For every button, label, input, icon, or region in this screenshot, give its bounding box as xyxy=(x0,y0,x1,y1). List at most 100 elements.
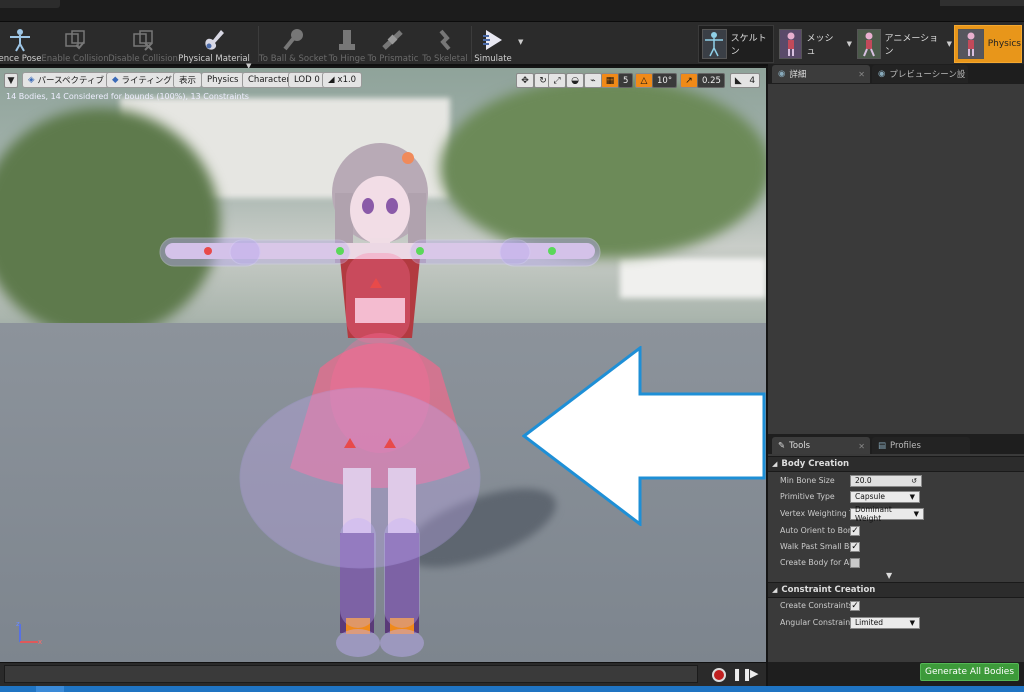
step-forward-icon[interactable]: ▶ xyxy=(750,667,758,680)
record-icon[interactable] xyxy=(712,668,726,682)
vertex-weighting-select[interactable]: Dominant Weight ▼ xyxy=(850,505,924,523)
enable-collision-label: Enable Collision xyxy=(41,54,109,64)
disable-collision-icon xyxy=(130,28,156,52)
tab-profiles-label: Profiles xyxy=(890,441,921,451)
mesh-mode-label: メッシュ xyxy=(806,34,834,57)
show-button[interactable]: 表示 xyxy=(173,72,203,88)
mesh-mode-button[interactable]: メッシュ ▼ xyxy=(776,25,852,63)
background-wall xyxy=(620,258,766,298)
create-body-all-checkbox[interactable] xyxy=(850,557,860,568)
grid-snap-icon[interactable]: ▦ xyxy=(601,73,619,88)
ball-socket-icon xyxy=(280,28,306,52)
to-hinge-button[interactable]: To Hinge xyxy=(328,24,366,64)
to-ball-socket-label: To Ball & Socket xyxy=(259,54,327,64)
perspective-icon: ◈ xyxy=(28,75,35,85)
rotation-snap-icon[interactable]: △ xyxy=(635,73,653,88)
lighting-icon: ◆ xyxy=(112,75,119,85)
physical-material-button[interactable]: Physical Material xyxy=(178,24,250,64)
animation-mode-dropdown-arrow[interactable]: ▼ xyxy=(947,40,952,48)
expand-advanced-icon[interactable]: ▼ xyxy=(886,571,892,580)
vertex-weighting-row: Vertex Weighting Type Dominant Weight ▼ xyxy=(768,505,1024,523)
profiles-icon: ▤ xyxy=(878,441,887,451)
reset-icon[interactable]: ↺ xyxy=(911,477,917,485)
tab-details-label: 詳細 xyxy=(789,70,807,80)
to-prismatic-button[interactable]: To Prismatic xyxy=(368,24,418,64)
primitive-type-select[interactable]: Capsule ▼ xyxy=(850,490,920,503)
timeline-track[interactable] xyxy=(4,665,698,683)
scale-mode-icon[interactable]: ⤢ xyxy=(548,73,566,88)
chevron-down-icon: ▼ xyxy=(913,509,919,518)
skeleton-mode-icon xyxy=(702,29,727,59)
physics-view-button[interactable]: Physics xyxy=(201,72,245,88)
tab-details[interactable]: ◉ 詳細 ✕ xyxy=(772,65,870,83)
skeletal-icon xyxy=(432,28,458,52)
character-label: Character xyxy=(248,75,290,85)
disable-collision-button[interactable]: Disable Collision xyxy=(108,24,178,64)
tab-tools-label: Tools xyxy=(789,441,811,451)
to-ball-socket-button[interactable]: To Ball & Socket xyxy=(259,24,327,64)
walk-past-label: Walk Past Small Bones xyxy=(780,542,850,551)
world-local-icon[interactable]: ◒ xyxy=(566,73,584,88)
enable-collision-button[interactable]: Enable Collision xyxy=(41,24,109,64)
skeleton-mode-button[interactable]: スケルトン xyxy=(698,25,774,63)
translate-mode-icon[interactable]: ✥ xyxy=(516,73,534,88)
tab-tools[interactable]: ✎ Tools ✕ xyxy=(772,437,870,455)
physical-material-icon xyxy=(201,28,227,52)
reference-pose-button[interactable]: ence Pose xyxy=(0,24,42,64)
simulate-button[interactable]: Simulate xyxy=(474,24,512,64)
angular-mode-select[interactable]: Limited ▼ xyxy=(850,616,920,629)
camera-speed-button[interactable]: ◣ 4 xyxy=(730,73,760,88)
generate-all-bodies-button[interactable]: Generate All Bodies xyxy=(920,663,1019,681)
close-icon[interactable]: ✕ xyxy=(858,442,865,451)
lod-button[interactable]: LOD 0 xyxy=(288,72,326,88)
show-label: 表示 xyxy=(179,76,197,86)
animation-mode-button[interactable]: アニメーション ▼ xyxy=(854,25,952,63)
mesh-mode-dropdown-arrow[interactable]: ▼ xyxy=(847,40,852,48)
close-icon[interactable]: ✕ xyxy=(858,70,865,79)
lighting-button[interactable]: ◆ ライティング xyxy=(106,72,178,88)
perspective-button[interactable]: ◈ パースペクティブ xyxy=(22,72,111,88)
viewport-stats: 14 Bodies, 14 Considered for bounds (100… xyxy=(6,92,249,101)
tab-profiles[interactable]: ▤ Profiles xyxy=(872,437,970,455)
physics-mode-button[interactable]: Physics xyxy=(954,25,1022,63)
reference-pose-icon xyxy=(7,28,33,52)
physics-mode-icon xyxy=(958,29,984,59)
walk-past-row: Walk Past Small Bones ✓ xyxy=(768,538,1024,555)
constraint-creation-header[interactable]: ◢ Constraint Creation xyxy=(768,582,1024,598)
playback-speed-button[interactable]: ◢ x1.0 xyxy=(322,72,363,88)
reference-pose-label: ence Pose xyxy=(0,54,42,64)
rotation-snap-value[interactable]: 10° xyxy=(652,73,678,88)
perspective-label: パースペクティブ xyxy=(37,76,105,86)
vertex-weighting-label: Vertex Weighting Type xyxy=(780,509,850,518)
collapse-arrow-icon: ◢ xyxy=(772,460,778,468)
primitive-type-label: Primitive Type xyxy=(780,492,835,501)
simulate-dropdown-arrow[interactable]: ▼ xyxy=(518,38,523,46)
to-hinge-label: To Hinge xyxy=(328,54,366,64)
surface-snap-icon[interactable]: ⌁ xyxy=(584,73,602,88)
viewport-menu-dropdown[interactable]: ▼ xyxy=(4,73,18,88)
auto-orient-checkbox[interactable]: ✓ xyxy=(850,525,860,536)
viewport[interactable]: ▼ ◈ パースペクティブ ◆ ライティング 表示 Physics Character… xyxy=(0,68,766,662)
animation-mode-icon xyxy=(857,29,881,59)
svg-text:z: z xyxy=(16,620,20,628)
scale-snap-value[interactable]: 0.25 xyxy=(697,73,725,88)
min-bone-size-input[interactable]: 20.0 ↺ xyxy=(850,474,922,487)
walk-past-checkbox[interactable]: ✓ xyxy=(850,541,860,552)
constraint-creation-title: Constraint Creation xyxy=(781,585,876,595)
status-bar-segment xyxy=(36,686,64,692)
create-constraints-checkbox[interactable]: ✓ xyxy=(850,600,860,611)
grid-snap-value[interactable]: 5 xyxy=(618,73,634,88)
angular-mode-label: Angular Constraint Mode xyxy=(780,618,850,627)
to-prismatic-label: To Prismatic xyxy=(367,54,419,64)
camera-speed-value: 4 xyxy=(749,75,756,86)
to-skeletal-button[interactable]: To Skeletal xyxy=(422,24,468,64)
window-tab-stub[interactable] xyxy=(0,0,60,8)
disable-collision-label: Disable Collision xyxy=(108,54,178,64)
min-bone-size-value: 20.0 xyxy=(855,476,872,485)
scale-snap-icon[interactable]: ↗ xyxy=(680,73,698,88)
tab-preview-scene[interactable]: ◉ プレビューシーン設 xyxy=(872,65,968,83)
lod-label: LOD 0 xyxy=(294,75,320,85)
window-title-stub xyxy=(940,0,1024,6)
body-creation-header[interactable]: ◢ Body Creation xyxy=(768,456,1024,472)
min-bone-size-label: Min Bone Size xyxy=(780,476,835,485)
